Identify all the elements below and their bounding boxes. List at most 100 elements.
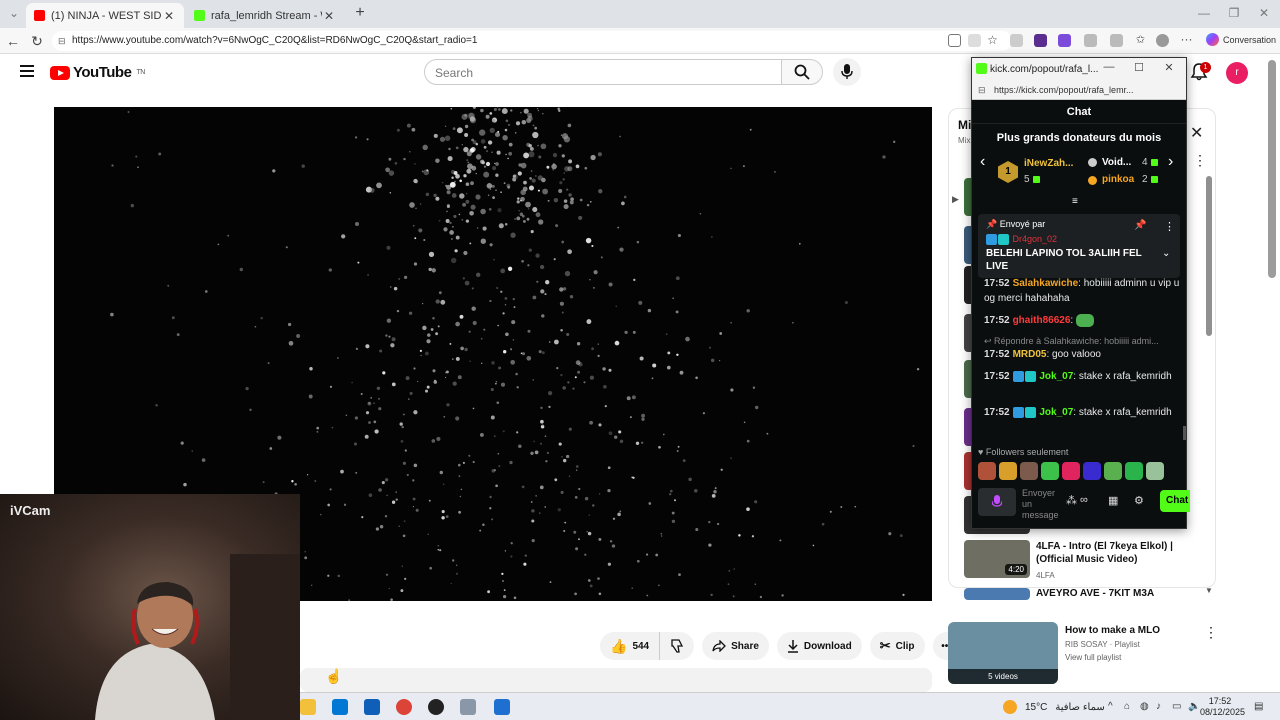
pin-icon[interactable]: 📌 [1134, 220, 1146, 231]
restore-icon[interactable]: ❐ [1224, 6, 1244, 20]
emote-picker-icon[interactable]: ⁂ [1066, 494, 1077, 507]
chat-message[interactable]: 17:52 MRD05: goo valooo [984, 347, 1180, 362]
close-tab-icon[interactable]: ✕ [162, 9, 176, 23]
message-user[interactable]: ghaith86626 [1013, 315, 1071, 326]
message-user[interactable]: Jok_07 [1039, 371, 1073, 382]
playlist-title[interactable]: How to make a MLO [1065, 624, 1225, 637]
search-button[interactable] [781, 59, 823, 85]
emote-icon[interactable] [1020, 462, 1038, 480]
dislike-button[interactable] [660, 632, 695, 660]
translate-icon[interactable] [968, 34, 981, 47]
favorites-icon[interactable]: ✩ [1134, 34, 1147, 47]
emote-icon[interactable] [1083, 462, 1101, 480]
playlist-item-thumbnail[interactable] [964, 588, 1030, 600]
back-arrow-icon[interactable]: ← [4, 32, 22, 50]
message-user[interactable]: Jok_07 [1039, 407, 1073, 418]
emote-icon[interactable] [1062, 462, 1080, 480]
taskbar-clock[interactable]: 17:52 08/12/2025 [1200, 696, 1245, 718]
site-info-icon[interactable]: ⊟ [58, 31, 66, 51]
playlist-item-title[interactable]: AVEYRO AVE - 7KIT M3A [1036, 587, 1196, 600]
popout-url-field[interactable]: ⊟ https://kick.com/popout/rafa_lemr... [972, 80, 1186, 100]
message-user[interactable]: MRD05 [1013, 349, 1047, 360]
app-icon[interactable] [460, 699, 476, 715]
network-icon[interactable]: ⌂ [1124, 701, 1130, 712]
volume-icon[interactable]: 🔈 [1188, 701, 1200, 712]
refresh-icon[interactable]: ↻ [28, 32, 46, 50]
file-explorer-icon[interactable] [300, 699, 316, 715]
donor-name[interactable]: Void... [1102, 157, 1131, 168]
account-avatar[interactable]: r [1226, 62, 1248, 84]
more-vert-icon[interactable]: ⋮ [1204, 624, 1218, 641]
twitch-extension-icon[interactable] [1034, 34, 1047, 47]
chat-message-input[interactable]: Envoyer un message [1016, 486, 1068, 520]
page-scrollbar[interactable] [1268, 60, 1276, 278]
youtube-logo[interactable]: YouTube TN [50, 64, 145, 81]
gear-icon[interactable]: ⚙ [1134, 494, 1144, 507]
reply-reference[interactable]: ↩ Répondre à Salahkawiche: hobiiiii admi… [984, 336, 1180, 347]
view-full-playlist-link[interactable]: View full playlist [1065, 653, 1121, 662]
voice-search-button[interactable] [833, 58, 861, 86]
message-user[interactable]: Salahkawiche [1013, 278, 1079, 289]
tray-chevron-icon[interactable]: ^ [1108, 701, 1113, 712]
tab-youtube[interactable]: (1) NINJA - WEST SIDE (ROLEPLAY ✕ [26, 3, 184, 28]
edge-icon[interactable] [494, 699, 510, 715]
emote-icon[interactable] [1104, 462, 1122, 480]
new-tab-button[interactable]: + [350, 4, 370, 22]
microphone-icon[interactable]: ♪ [1156, 701, 1161, 712]
download-button[interactable]: Download [776, 632, 862, 660]
close-window-icon[interactable]: ✕ [1162, 61, 1176, 74]
url-field[interactable]: ⊟ https://www.youtube.com/watch?v=6NwOgC… [52, 31, 1012, 51]
chat-scrollbar[interactable] [1183, 426, 1186, 440]
gift-icon[interactable]: ▦ [1108, 494, 1118, 507]
clip-button[interactable]: ✂ Clip [869, 632, 925, 660]
emote-icon[interactable] [1041, 462, 1059, 480]
playlist-channel[interactable]: RIB SOSAY · Playlist [1065, 640, 1140, 649]
donor-name[interactable]: pinkoa [1102, 174, 1134, 185]
maximize-icon[interactable]: ☐ [1132, 61, 1146, 74]
playlist-scrollbar[interactable] [1206, 176, 1212, 336]
tab-kick[interactable]: rafa_lemridh Stream - Watch Live o ✕ [186, 3, 344, 28]
search-input[interactable]: Search [424, 59, 782, 85]
app-icon[interactable] [428, 699, 444, 715]
scroll-down-arrow-icon[interactable]: ▼ [1205, 586, 1213, 595]
close-window-icon[interactable]: ✕ [1254, 6, 1274, 20]
emote-icon[interactable] [999, 462, 1017, 480]
more-vert-icon[interactable]: ⋮ [1193, 152, 1207, 169]
minimize-icon[interactable]: — [1102, 61, 1116, 73]
pinned-user[interactable]: Dr4gon_02 [986, 234, 1057, 246]
menu-dots-icon[interactable]: ··· [1180, 33, 1193, 47]
profile-icon[interactable] [1156, 34, 1169, 47]
chat-message[interactable]: 17:52 Salahkawiche: hobiiiii adminn u vip… [984, 276, 1180, 306]
more-vert-icon[interactable]: ⋮ [1164, 220, 1175, 233]
store-icon[interactable] [332, 699, 348, 715]
emote-icon[interactable] [1146, 462, 1164, 480]
donor-name[interactable]: iNewZah... [1024, 158, 1073, 169]
send-chat-button[interactable]: Chat [1160, 490, 1190, 512]
extensions-puzzle-icon[interactable] [1084, 34, 1097, 47]
playlist-item-channel[interactable]: 4LFA [1036, 571, 1055, 580]
share-button[interactable]: Share [702, 632, 769, 660]
hamburger-menu-icon[interactable] [20, 65, 34, 77]
description-box[interactable] [300, 668, 932, 692]
chevron-down-icon[interactable]: ⌄ [1162, 248, 1170, 259]
chrome-icon[interactable] [396, 699, 412, 715]
emote-icon[interactable] [1125, 462, 1143, 480]
playlist-item-thumbnail[interactable]: 4:20 [964, 540, 1030, 578]
chevron-left-icon[interactable]: ‹ [980, 153, 985, 171]
tab-list-chevron-icon[interactable]: ⌄ [4, 6, 24, 20]
chat-message[interactable]: 17:52 Jok_07: stake x rafa_kemridh [984, 405, 1180, 420]
close-icon[interactable]: ✕ [1190, 123, 1203, 143]
close-tab-icon[interactable]: ✕ [322, 9, 336, 23]
favorite-star-icon[interactable]: ☆ [986, 34, 999, 47]
copilot-conversation-button[interactable]: Conversation [1206, 33, 1276, 46]
chat-message[interactable]: 17:52 Jok_07: stake x rafa_kemridh [984, 369, 1180, 384]
chevron-right-icon[interactable]: › [1168, 153, 1173, 171]
app-tray-icon[interactable]: ◍ [1140, 701, 1149, 712]
split-screen-icon[interactable] [1110, 34, 1123, 47]
emote-icon[interactable] [978, 462, 996, 480]
like-button[interactable]: 👍 544 [600, 632, 661, 660]
notification-center-icon[interactable]: ▤ [1254, 701, 1263, 712]
weather-widget[interactable]: 15°C سماء صافية [1003, 700, 1105, 714]
tab-actions-icon[interactable] [948, 34, 961, 47]
display-icon[interactable]: ▭ [1172, 701, 1181, 712]
